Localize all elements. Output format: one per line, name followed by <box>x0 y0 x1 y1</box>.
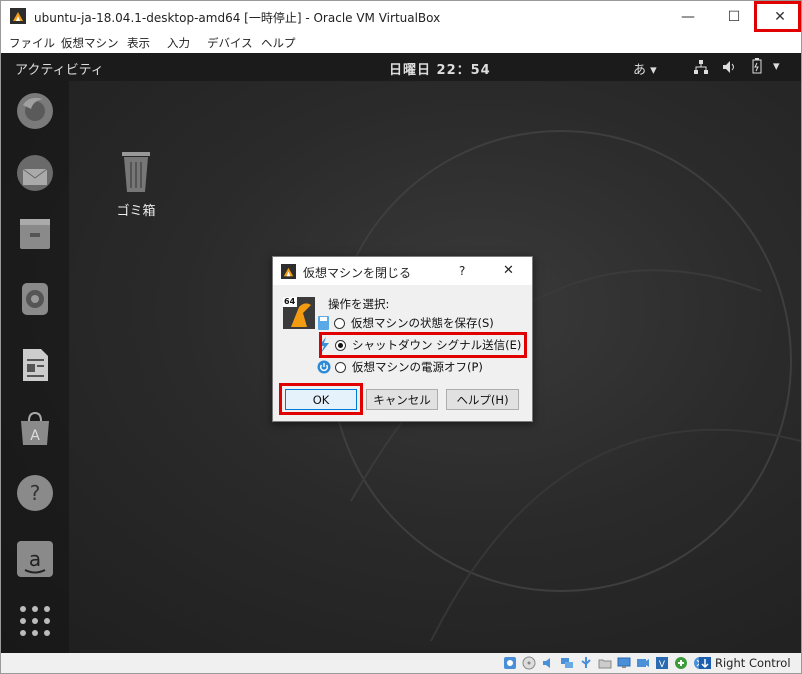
radio-power-off[interactable] <box>335 361 346 373</box>
option-save-state-label: 仮想マシンの状態を保存(S) <box>351 316 494 330</box>
menu-machine[interactable]: 仮想マシン <box>61 35 119 51</box>
minimize-button[interactable]: — <box>665 1 711 32</box>
hard-disk-icon[interactable] <box>503 656 517 670</box>
thunderbird-launcher[interactable] <box>13 151 57 195</box>
virtualbox-app-icon <box>10 8 26 24</box>
svg-text:A: A <box>30 428 40 444</box>
display-icon[interactable] <box>617 656 631 670</box>
dialog-prompt: 操作を選択: <box>328 297 390 311</box>
clock[interactable]: 日曜日 22：54 <box>389 59 491 78</box>
thunderbird-icon <box>17 155 53 191</box>
vt-x-icon[interactable]: V <box>655 656 669 670</box>
document-icon <box>23 349 48 381</box>
network-icon[interactable] <box>694 60 708 74</box>
audio-icon[interactable] <box>541 656 555 670</box>
ubuntu-dock: A ? a <box>1 81 69 653</box>
minimize-icon: — <box>681 8 695 25</box>
trash-label: ゴミ箱 <box>116 204 156 219</box>
file-cabinet-icon <box>20 219 50 249</box>
dialog-title-bar: 仮想マシンを閉じる ? ✕ <box>273 257 532 285</box>
svg-text:?: ? <box>30 481 41 505</box>
optical-drive-icon[interactable] <box>522 656 536 670</box>
option-save-state[interactable]: 仮想マシンの状態を保存(S) <box>317 314 494 332</box>
ok-button-highlight <box>279 383 363 415</box>
menu-help[interactable]: ヘルプ <box>261 35 296 51</box>
cancel-button[interactable]: キャンセル <box>366 389 438 410</box>
window-title: ubuntu-ja-18.04.1-desktop-amd64 [一時停止] -… <box>34 11 441 25</box>
libreoffice-writer-launcher[interactable] <box>13 343 57 387</box>
shared-folder-icon[interactable] <box>598 656 612 670</box>
vm-os-badge: 64 <box>283 297 315 329</box>
status-bar: V Right Control <box>1 653 801 673</box>
close-button-highlight <box>754 1 801 32</box>
virtualbox-dialog-icon <box>281 264 296 279</box>
menu-file[interactable]: ファイル <box>9 35 55 51</box>
maximize-icon: ☐ <box>727 8 741 25</box>
input-method-indicator[interactable]: あ ▾ <box>633 59 657 78</box>
menu-devices[interactable]: デバイス <box>207 35 253 51</box>
shopping-bag-icon: A <box>21 411 49 445</box>
dialog-help-button[interactable]: ? <box>459 264 465 278</box>
help-icon: ? <box>17 475 53 511</box>
show-applications-button[interactable] <box>13 599 57 643</box>
virtualbox-window: ubuntu-ja-18.04.1-desktop-amd64 [一時停止] -… <box>0 0 802 674</box>
network-adapter-icon[interactable] <box>560 656 574 670</box>
maximize-button[interactable]: ☐ <box>711 1 757 32</box>
files-launcher[interactable] <box>13 211 57 255</box>
usb-icon[interactable] <box>579 656 593 670</box>
amazon-icon: a <box>17 541 53 577</box>
firefox-launcher[interactable] <box>13 89 57 133</box>
help-button[interactable]: ヘルプ(H) <box>446 389 519 410</box>
speaker-icon <box>22 283 48 315</box>
firefox-icon <box>17 93 53 129</box>
menu-input[interactable]: 入力 <box>167 35 190 51</box>
guest-additions-icon[interactable] <box>674 656 688 670</box>
option-power-off-label: 仮想マシンの電源オフ(P) <box>352 360 483 374</box>
menu-view[interactable]: 表示 <box>127 35 150 51</box>
system-menu-arrow-icon[interactable]: ▾ <box>773 59 780 74</box>
option-power-off[interactable]: 仮想マシンの電源オフ(P) <box>317 358 483 376</box>
menu-bar: ファイル 仮想マシン 表示 入力 デバイス ヘルプ <box>1 32 801 53</box>
vm-arch-badge: 64 <box>284 297 296 306</box>
volume-icon[interactable] <box>722 60 736 74</box>
dialog-body: 64 操作を選択: 仮想マシンの状態を保存(S) シャットダウン シグナル送信(… <box>273 285 532 421</box>
close-vm-dialog: 仮想マシンを閉じる ? ✕ 64 操作を選択: 仮想マシンの状態を保存(S) シ… <box>272 256 533 422</box>
host-key-label: Right Control <box>715 656 791 670</box>
trash-desktop-icon[interactable]: ゴミ箱 <box>111 148 161 219</box>
software-center-launcher[interactable]: A <box>13 407 57 451</box>
amazon-launcher[interactable]: a <box>13 537 57 581</box>
svg-text:a: a <box>29 547 41 571</box>
video-capture-icon[interactable] <box>636 656 650 670</box>
save-state-icon <box>318 316 329 330</box>
dialog-close-button[interactable]: ✕ <box>503 263 514 278</box>
rhythmbox-launcher[interactable] <box>13 277 57 321</box>
dialog-title: 仮想マシンを閉じる <box>303 266 412 280</box>
power-icon <box>317 360 331 374</box>
app-grid-icon <box>20 606 50 636</box>
title-bar: ubuntu-ja-18.04.1-desktop-amd64 [一時停止] -… <box>1 1 801 32</box>
host-key-arrow-icon <box>699 657 711 669</box>
battery-icon[interactable] <box>752 58 762 74</box>
trash-icon <box>122 152 150 192</box>
gnome-top-bar: アクティビティ 日曜日 22：54 あ ▾ ▾ <box>1 53 801 81</box>
svg-text:V: V <box>659 660 666 670</box>
radio-save-state[interactable] <box>334 317 345 329</box>
activities-button[interactable]: アクティビティ <box>15 59 104 78</box>
help-launcher[interactable]: ? <box>13 471 57 515</box>
shutdown-option-highlight <box>319 332 527 358</box>
